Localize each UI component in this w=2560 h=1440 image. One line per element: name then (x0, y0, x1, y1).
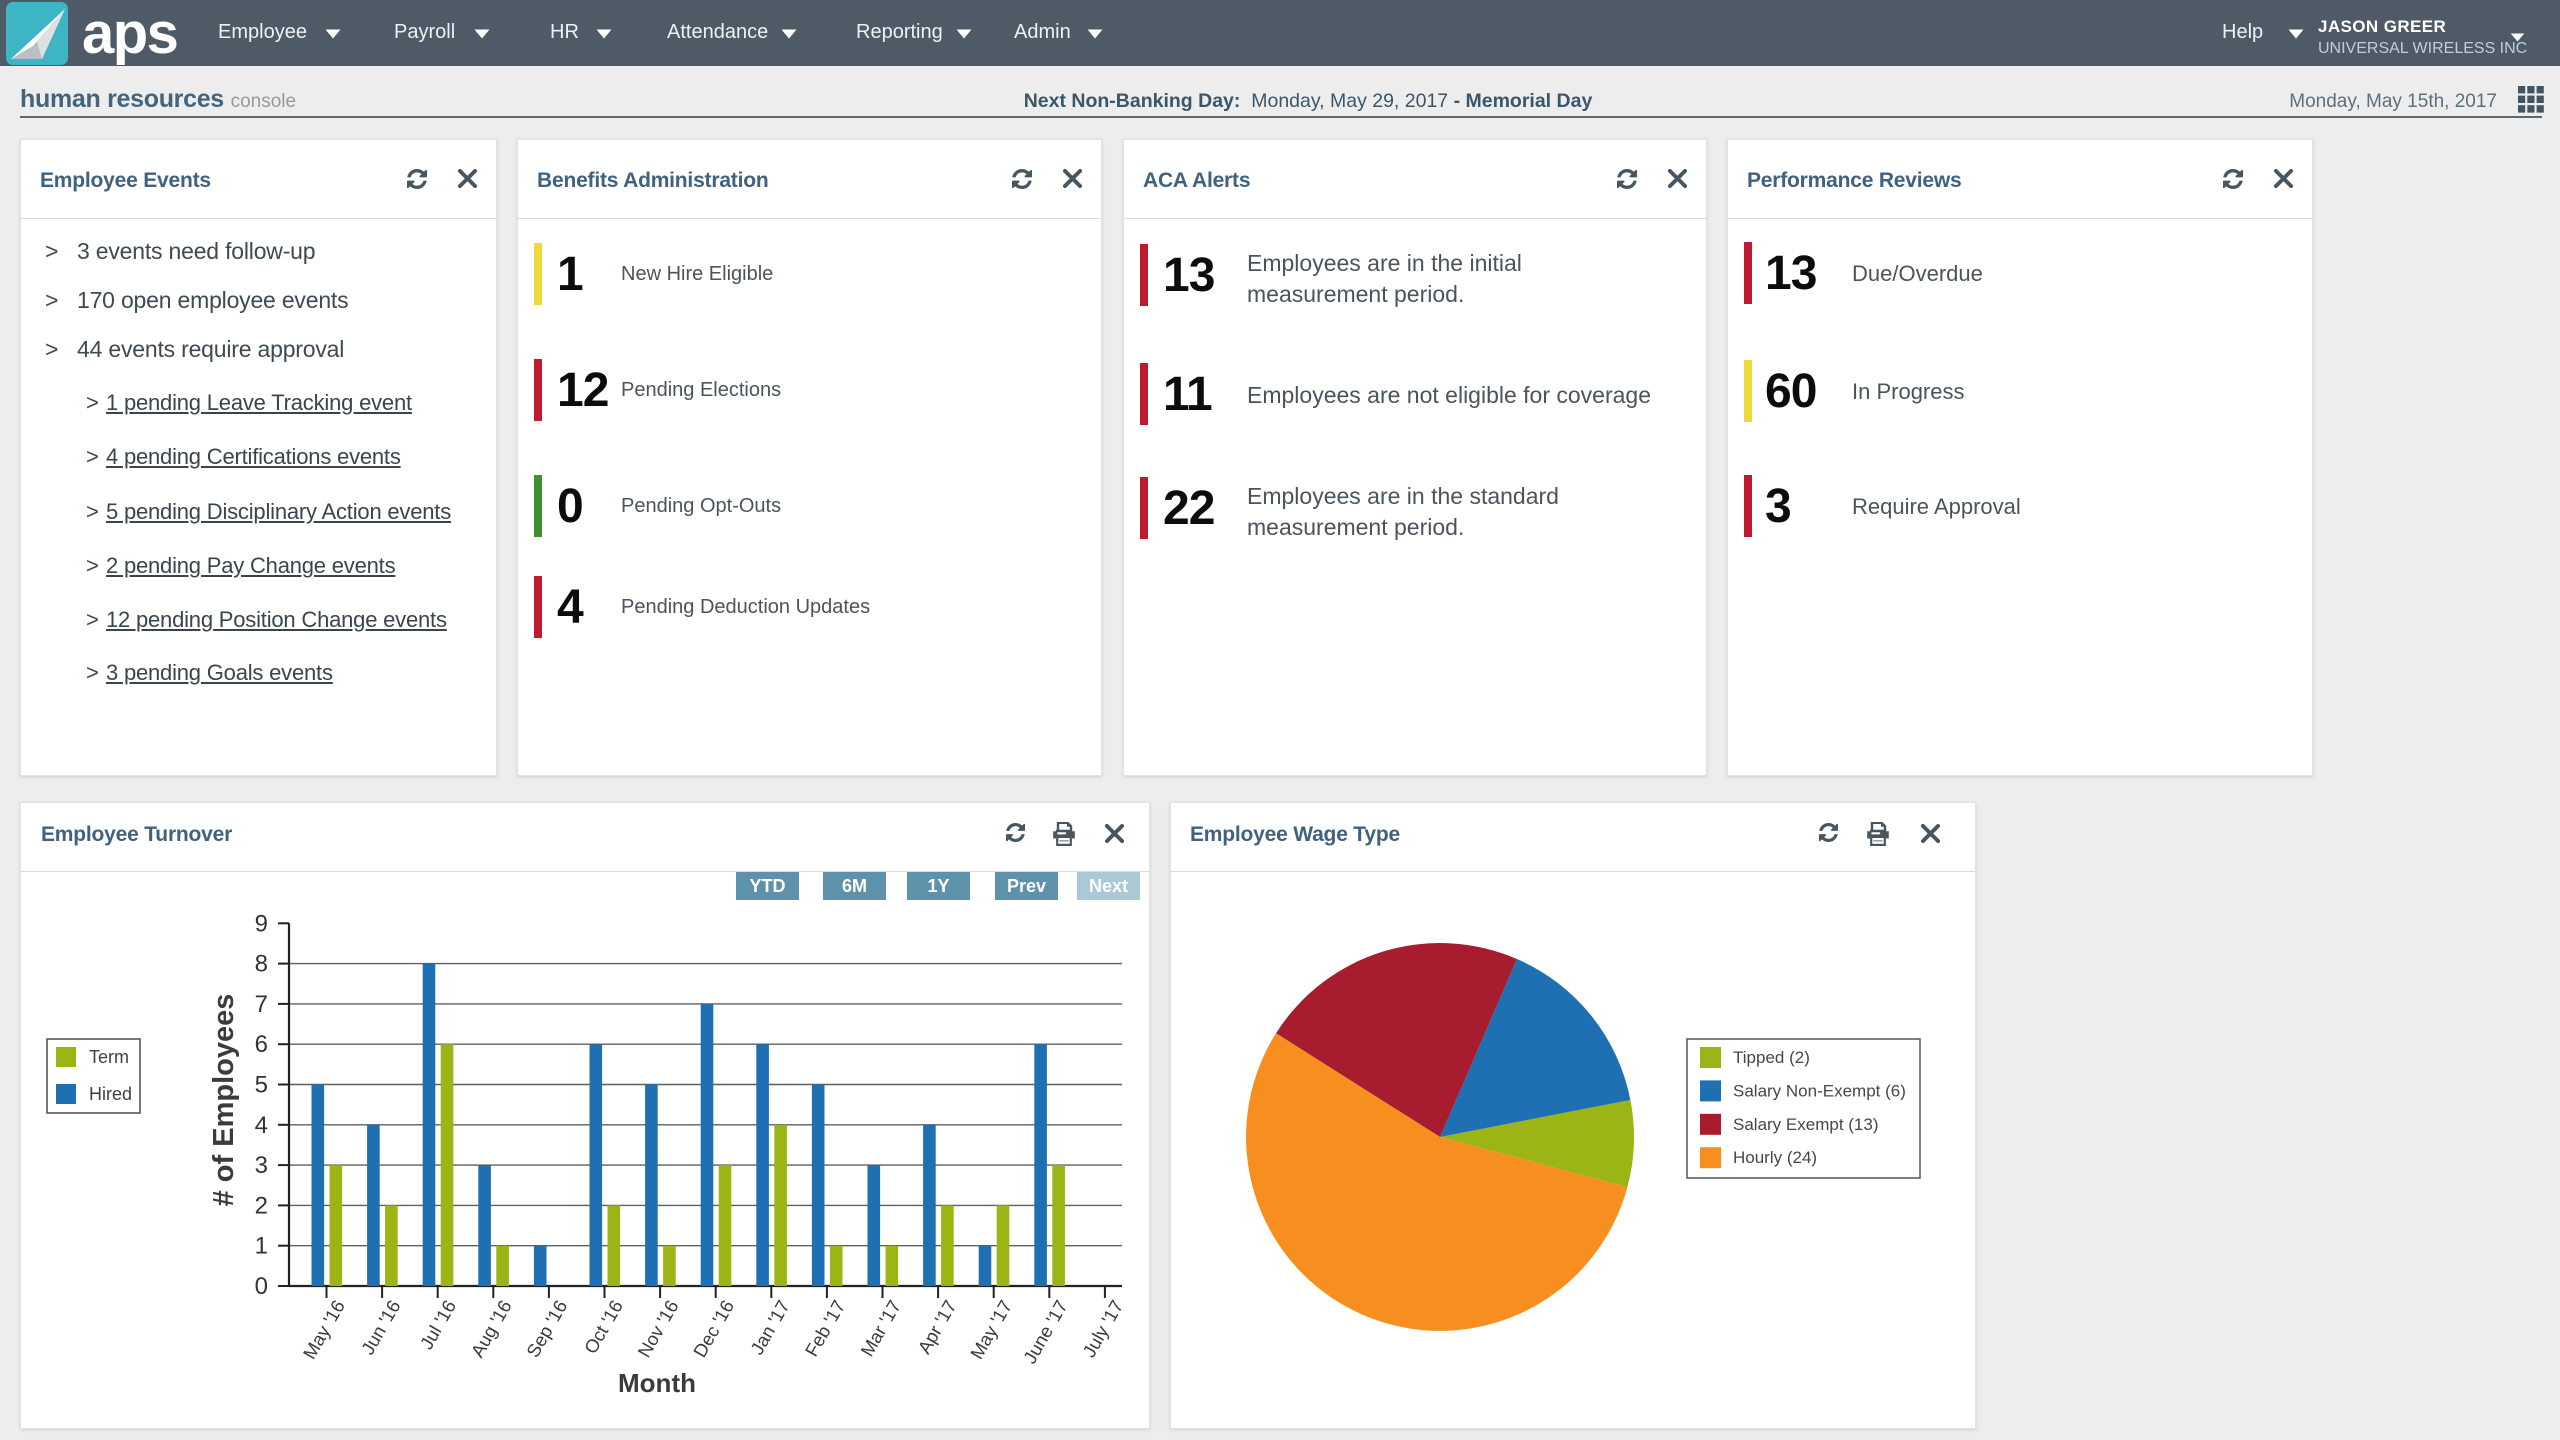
svg-text:5: 5 (255, 1072, 268, 1099)
svg-text:May '16: May '16 (299, 1297, 349, 1363)
svg-text:June '17: June '17 (1019, 1297, 1072, 1368)
svg-text:7: 7 (255, 991, 268, 1018)
svg-text:9: 9 (255, 910, 268, 937)
svg-text:8: 8 (255, 951, 268, 978)
svg-text:6: 6 (255, 1031, 268, 1058)
svg-text:Dec '16: Dec '16 (689, 1297, 738, 1361)
svg-text:Aug '16: Aug '16 (466, 1297, 515, 1361)
svg-text:Apr '17: Apr '17 (913, 1297, 960, 1358)
svg-text:0: 0 (255, 1273, 268, 1300)
svg-text:Jan '17: Jan '17 (746, 1297, 794, 1359)
svg-text:Tipped (2): Tipped (2) (1733, 1048, 1810, 1067)
svg-text:Sep '16: Sep '16 (522, 1297, 571, 1361)
svg-text:Jul '16: Jul '16 (416, 1297, 461, 1353)
svg-text:May '17: May '17 (966, 1297, 1016, 1363)
svg-text:Salary Exempt (13): Salary Exempt (13) (1733, 1115, 1879, 1134)
svg-text:Feb '17: Feb '17 (801, 1297, 850, 1360)
svg-text:Mar '17: Mar '17 (856, 1297, 905, 1360)
svg-text:Month: Month (618, 1368, 696, 1398)
svg-text:Hired: Hired (89, 1084, 132, 1104)
svg-text:Oct '16: Oct '16 (580, 1297, 627, 1358)
svg-text:Salary Non-Exempt (6): Salary Non-Exempt (6) (1733, 1081, 1906, 1100)
svg-text:Jun '16: Jun '16 (357, 1297, 405, 1359)
svg-text:Nov '16: Nov '16 (633, 1297, 682, 1361)
svg-text:2: 2 (255, 1192, 268, 1219)
svg-text:# of Employees: # of Employees (208, 994, 240, 1207)
svg-text:4: 4 (255, 1112, 268, 1139)
svg-text:Hourly (24): Hourly (24) (1733, 1148, 1817, 1167)
svg-text:Term: Term (89, 1047, 129, 1067)
svg-text:July '17: July '17 (1078, 1297, 1127, 1361)
svg-text:3: 3 (255, 1152, 268, 1179)
svg-text:1: 1 (255, 1233, 268, 1260)
